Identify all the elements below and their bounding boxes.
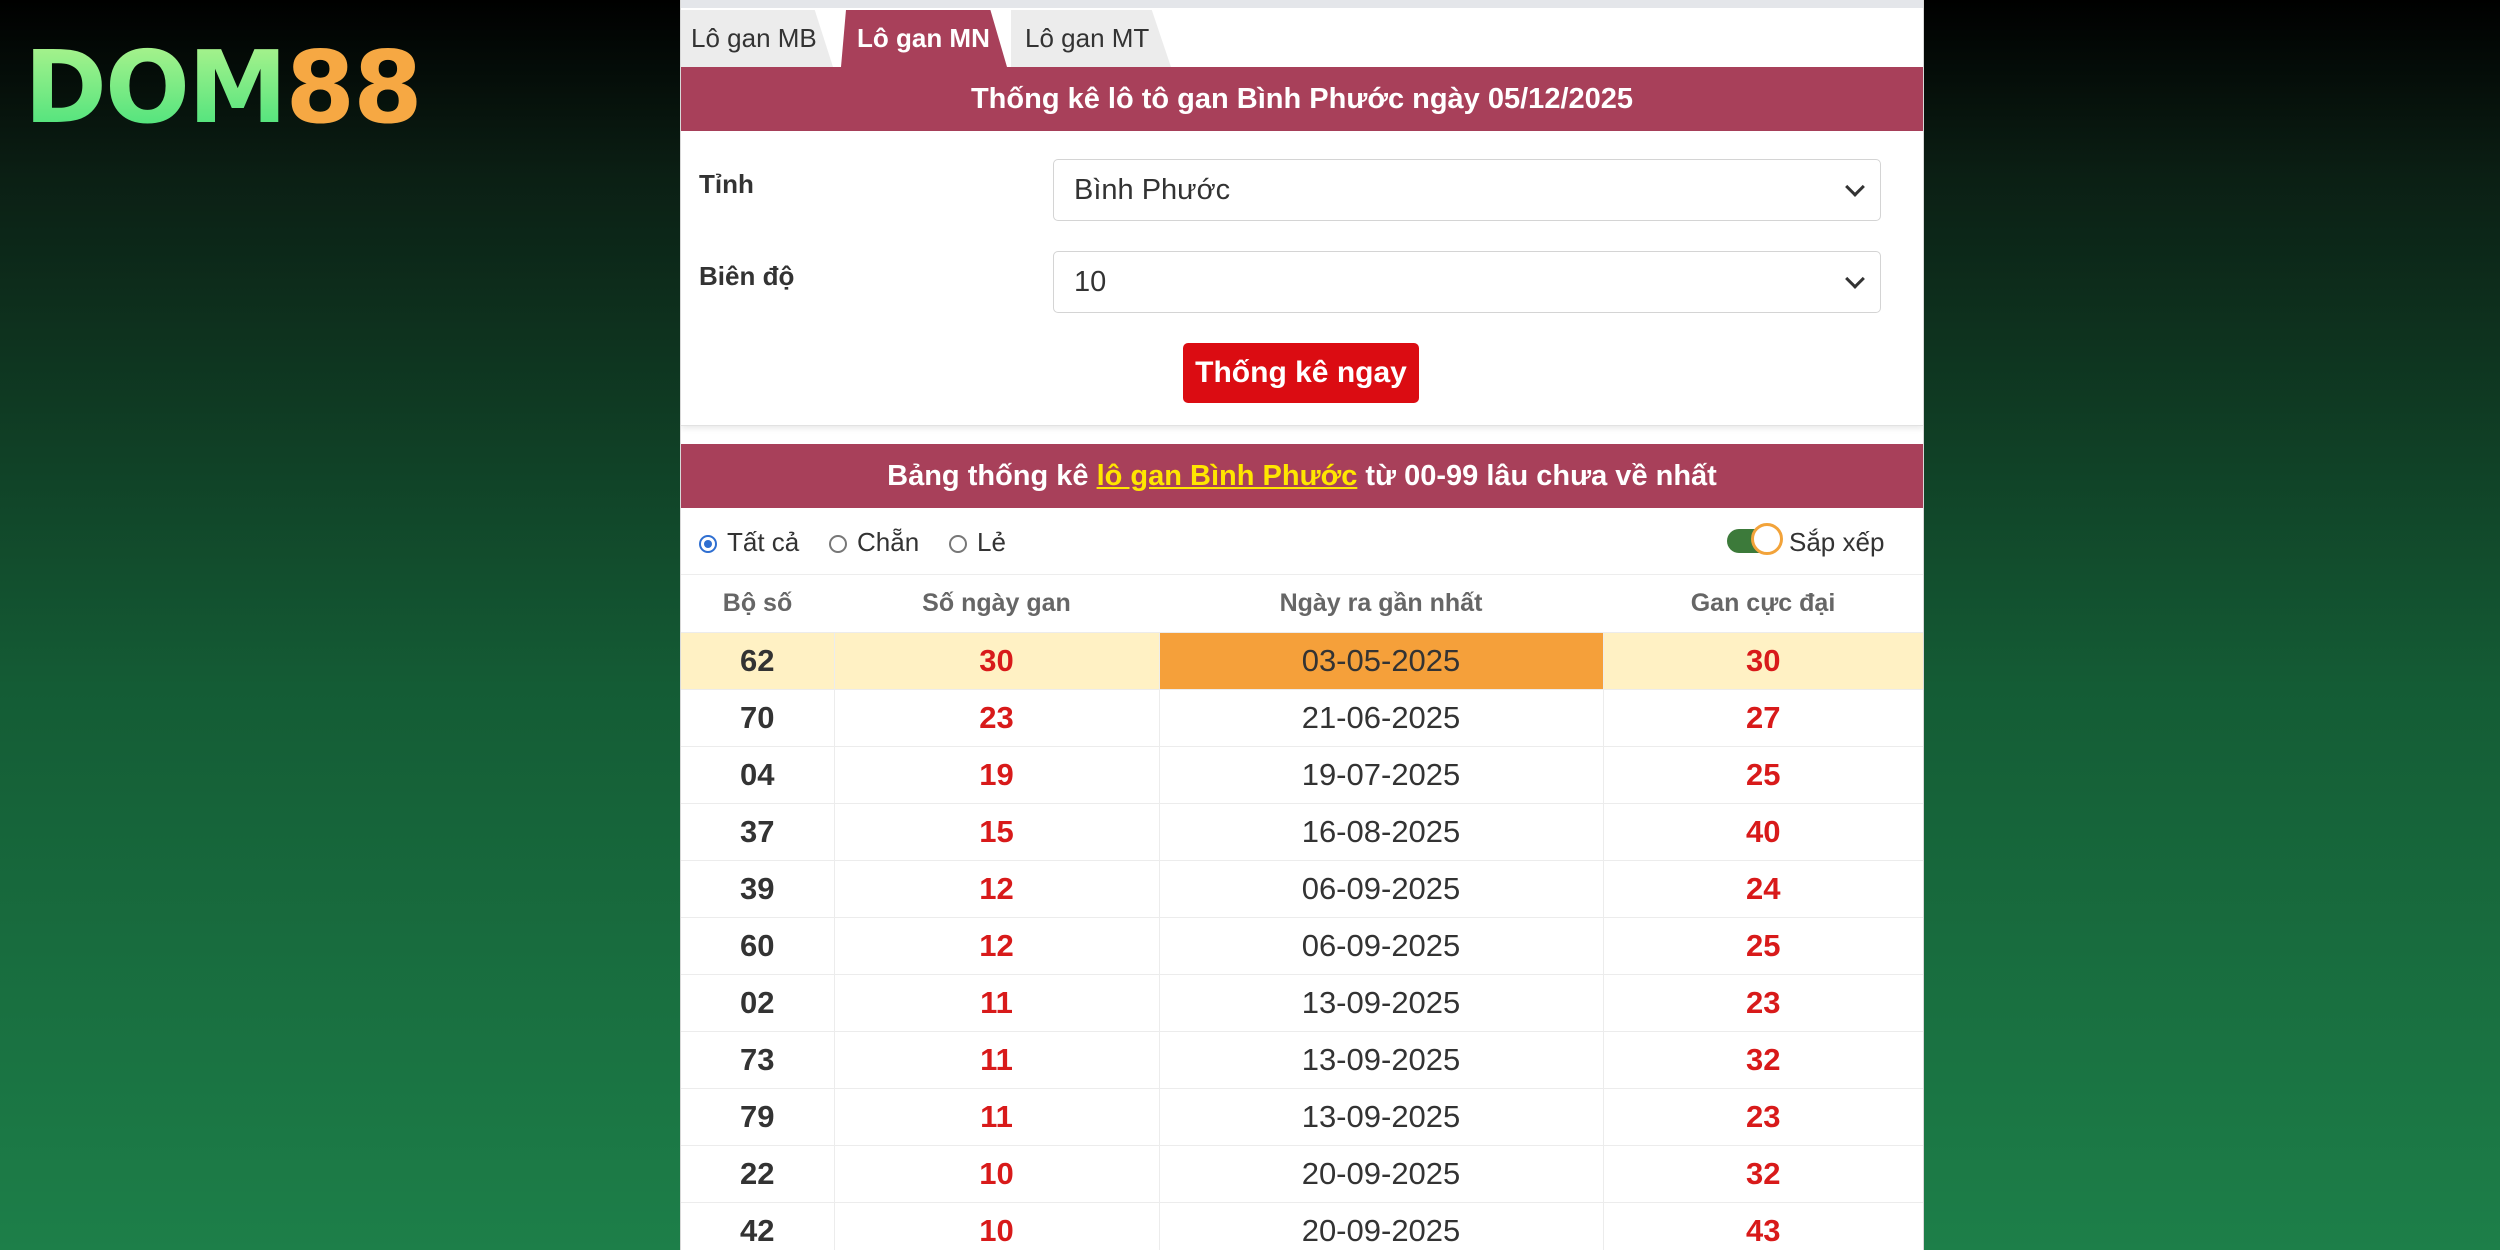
table-row: 39 12 06-09-2025 24 <box>681 860 1923 918</box>
province-label: Tỉnh <box>699 169 754 199</box>
cell-max-gan: 32 <box>1602 1031 1923 1089</box>
radio-even[interactable]: Chẵn <box>829 527 919 557</box>
cell-number: 39 <box>681 860 834 918</box>
radio-unchecked-icon <box>829 535 847 553</box>
cell-number: 60 <box>681 917 834 975</box>
table-row: 22 10 20-09-2025 32 <box>681 1145 1923 1203</box>
province-select[interactable]: Bình Phước <box>1053 159 1881 221</box>
results-title-after: từ 00-99 lâu chưa về nhất <box>1357 460 1717 492</box>
tab-lo-gan-mb[interactable]: Lô gan MB <box>681 10 833 67</box>
sort-label: Sắp xếp <box>1789 527 1885 557</box>
radio-odd[interactable]: Lẻ <box>949 527 1006 557</box>
radio-unchecked-icon <box>949 535 967 553</box>
cell-max-gan: 24 <box>1602 860 1923 918</box>
cell-days: 23 <box>833 689 1159 747</box>
cell-number: 02 <box>681 974 834 1032</box>
filter-row: Tất cả Chẵn Lẻ Sắp xếp <box>681 508 1923 575</box>
table-row: 37 15 16-08-2025 40 <box>681 803 1923 861</box>
range-select[interactable]: 10 <box>1053 251 1881 313</box>
radio-even-label: Chẵn <box>857 527 920 557</box>
radio-odd-label: Lẻ <box>977 527 1006 557</box>
toggle-knob-icon <box>1751 523 1783 555</box>
results-title-before: Bảng thống kê <box>887 460 1097 492</box>
cell-last-date: 16-08-2025 <box>1158 803 1603 861</box>
table-row: 79 11 13-09-2025 23 <box>681 1088 1923 1146</box>
range-label: Biên độ <box>699 261 795 291</box>
cell-days: 30 <box>833 632 1159 690</box>
cell-max-gan: 32 <box>1602 1145 1923 1203</box>
cell-days: 11 <box>833 1031 1159 1089</box>
column-header-days[interactable]: Số ngày gan <box>834 575 1159 633</box>
cell-number: 22 <box>681 1145 834 1203</box>
table-row: 70 23 21-06-2025 27 <box>681 689 1923 747</box>
cell-max-gan: 23 <box>1602 974 1923 1032</box>
cell-max-gan: 23 <box>1602 1088 1923 1146</box>
radio-all[interactable]: Tất cả <box>699 527 799 557</box>
cell-number: 79 <box>681 1088 834 1146</box>
chevron-down-icon <box>1845 269 1865 289</box>
table-row: 02 11 13-09-2025 23 <box>681 974 1923 1032</box>
radio-all-label: Tất cả <box>727 527 800 557</box>
sort-toggle[interactable] <box>1727 523 1783 555</box>
cell-days: 10 <box>833 1202 1159 1250</box>
table-row: 60 12 06-09-2025 25 <box>681 917 1923 975</box>
range-select-value: 10 <box>1074 266 1107 298</box>
cell-number: 70 <box>681 689 834 747</box>
cell-max-gan: 25 <box>1602 746 1923 804</box>
cell-max-gan: 40 <box>1602 803 1923 861</box>
cell-last-date: 06-09-2025 <box>1158 917 1603 975</box>
cell-days: 12 <box>833 917 1159 975</box>
cell-days: 19 <box>833 746 1159 804</box>
table-row: 62 30 03-05-2025 30 <box>681 632 1923 690</box>
filter-form: Tỉnh Bình Phước Biên độ 10 Thống kê ngay <box>681 131 1923 426</box>
results-title: Bảng thống kê lô gan Bình Phước từ 00-99… <box>681 444 1923 508</box>
cell-last-date: 03-05-2025 <box>1158 632 1603 690</box>
lo-gan-table: Bộ số Số ngày gan Ngày ra gần nhất Gan c… <box>681 575 1923 1250</box>
form-title: Thống kê lô tô gan Bình Phước ngày 05/12… <box>681 67 1923 131</box>
cell-days: 11 <box>833 1088 1159 1146</box>
table-row: 73 11 13-09-2025 32 <box>681 1031 1923 1089</box>
table-row: 04 19 19-07-2025 25 <box>681 746 1923 804</box>
cell-number: 73 <box>681 1031 834 1089</box>
results-title-link[interactable]: lô gan Bình Phước <box>1097 460 1358 492</box>
cell-last-date: 19-07-2025 <box>1158 746 1603 804</box>
table-header-row: Bộ số Số ngày gan Ngày ra gần nhất Gan c… <box>681 575 1923 633</box>
column-header-last-date[interactable]: Ngày ra gần nhất <box>1159 575 1603 633</box>
cell-last-date: 21-06-2025 <box>1158 689 1603 747</box>
cell-days: 11 <box>833 974 1159 1032</box>
tab-lo-gan-mt[interactable]: Lô gan MT <box>1011 10 1171 67</box>
tab-lo-gan-mn[interactable]: Lô gan MN <box>841 10 1007 67</box>
cell-last-date: 13-09-2025 <box>1158 1088 1603 1146</box>
cell-last-date: 13-09-2025 <box>1158 974 1603 1032</box>
region-tabs: Lô gan MB Lô gan MN Lô gan MT <box>681 8 1923 67</box>
cell-max-gan: 27 <box>1602 689 1923 747</box>
radio-checked-icon <box>699 535 717 553</box>
province-select-value: Bình Phước <box>1074 174 1231 206</box>
submit-button[interactable]: Thống kê ngay <box>1183 343 1419 403</box>
cell-last-date: 20-09-2025 <box>1158 1202 1603 1250</box>
lo-gan-panel: Lô gan MB Lô gan MN Lô gan MT Thống kê l… <box>680 0 1924 1250</box>
cell-number: 04 <box>681 746 834 804</box>
top-strip <box>681 0 1923 8</box>
cell-last-date: 20-09-2025 <box>1158 1145 1603 1203</box>
column-header-number[interactable]: Bộ số <box>681 575 834 633</box>
cell-last-date: 06-09-2025 <box>1158 860 1603 918</box>
cell-max-gan: 25 <box>1602 917 1923 975</box>
column-header-max-gan[interactable]: Gan cực đại <box>1603 575 1923 633</box>
logo-text-88: 88 <box>285 29 423 146</box>
cell-max-gan: 43 <box>1602 1202 1923 1250</box>
chevron-down-icon <box>1845 177 1865 197</box>
cell-number: 62 <box>681 632 834 690</box>
cell-last-date: 13-09-2025 <box>1158 1031 1603 1089</box>
cell-days: 15 <box>833 803 1159 861</box>
table-row: 42 10 20-09-2025 43 <box>681 1202 1923 1250</box>
section-gap <box>681 426 1923 444</box>
cell-days: 12 <box>833 860 1159 918</box>
logo-text-dom: DOM <box>24 29 288 146</box>
dom88-logo: DOM88 <box>24 38 423 138</box>
cell-days: 10 <box>833 1145 1159 1203</box>
cell-number: 42 <box>681 1202 834 1250</box>
cell-number: 37 <box>681 803 834 861</box>
cell-max-gan: 30 <box>1602 632 1923 690</box>
